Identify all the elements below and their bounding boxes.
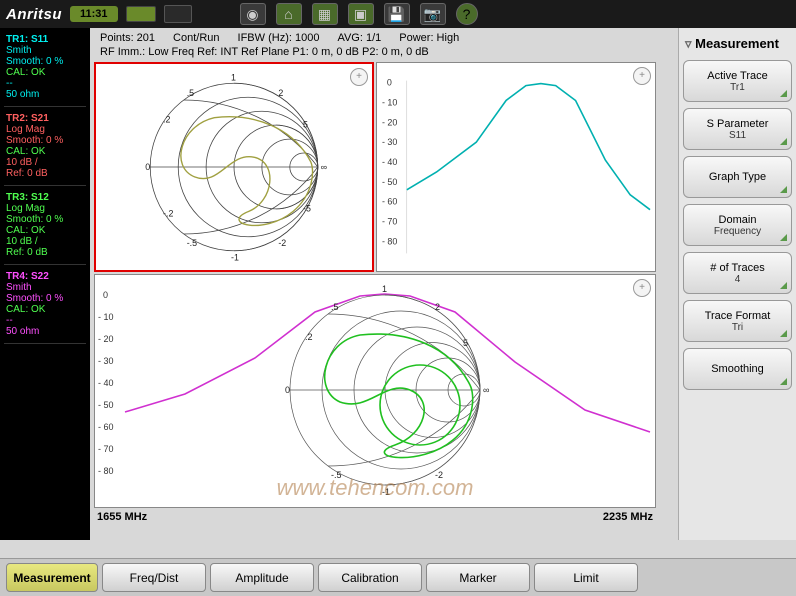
more-icon (780, 330, 787, 337)
svg-text:.2: .2 (163, 115, 170, 125)
soft-key-panel: Measurement Active TraceTr1 S ParameterS… (678, 28, 796, 540)
svg-text:5: 5 (303, 120, 308, 130)
zoom-in-icon[interactable]: + (633, 67, 651, 85)
btn-domain[interactable]: DomainFrequency (683, 204, 792, 246)
plot-area: Points: 201 Cont/Run IFBW (Hz): 1000 AVG… (90, 28, 678, 540)
brand-logo: Anritsu (6, 6, 62, 23)
svg-text:- 30: - 30 (98, 356, 114, 366)
home-icon[interactable]: ⌂ (276, 3, 302, 25)
zoom-in-icon[interactable]: + (633, 279, 651, 297)
svg-text:0: 0 (145, 162, 150, 172)
svg-text:0: 0 (285, 385, 290, 395)
trace-info-4[interactable]: TR4: S22 Smith Smooth: 0 % CAL: OK -- 50… (4, 269, 86, 344)
bottom-menu: Measurement Freq/Dist Amplitude Calibrat… (0, 558, 796, 596)
trace-info-1[interactable]: TR1: S11 Smith Smooth: 0 % CAL: OK -- 50… (4, 32, 86, 107)
btn-graph-type[interactable]: Graph Type (683, 156, 792, 198)
svg-text:1: 1 (231, 72, 236, 82)
svg-text:-1: -1 (231, 253, 239, 263)
btn-smoothing[interactable]: Smoothing (683, 348, 792, 390)
svg-text:- 80: - 80 (98, 466, 114, 476)
svg-text:.2: .2 (305, 332, 313, 342)
svg-text:- 50: - 50 (98, 400, 114, 410)
trace-info-panel: TR1: S11 Smith Smooth: 0 % CAL: OK -- 50… (0, 28, 90, 540)
svg-text:- 20: - 20 (382, 117, 397, 127)
more-icon (780, 90, 787, 97)
menu-calibration[interactable]: Calibration (318, 563, 422, 592)
svg-text:- 40: - 40 (98, 378, 114, 388)
save-icon[interactable]: 💾 (384, 3, 410, 25)
soft-key-title: Measurement (683, 32, 792, 60)
more-icon (780, 186, 787, 193)
menu-freqdist[interactable]: Freq/Dist (102, 563, 206, 592)
battery-icon (126, 6, 156, 22)
svg-text:-.5: -.5 (187, 238, 197, 248)
network-icon (164, 5, 192, 23)
svg-text:-.5: -.5 (331, 470, 342, 480)
menu-marker[interactable]: Marker (426, 563, 530, 592)
fullscreen-icon[interactable]: ▣ (348, 3, 374, 25)
trace-1-head: TR1: S11 (6, 34, 84, 45)
btn-active-trace[interactable]: Active TraceTr1 (683, 60, 792, 102)
menu-amplitude[interactable]: Amplitude (210, 563, 314, 592)
svg-text:- 10: - 10 (98, 312, 114, 322)
svg-text:0: 0 (387, 78, 392, 88)
svg-text:-1: -1 (382, 487, 390, 497)
more-icon (780, 378, 787, 385)
menu-measurement[interactable]: Measurement (6, 563, 98, 592)
panel-icon[interactable]: ▦ (312, 3, 338, 25)
trace-info-3[interactable]: TR3: S12 Log Mag Smooth: 0 % CAL: OK 10 … (4, 190, 86, 265)
svg-text:.5: .5 (331, 302, 339, 312)
svg-text:.5: .5 (187, 88, 194, 98)
btn-s-parameter[interactable]: S ParameterS11 (683, 108, 792, 150)
svg-text:- 30: - 30 (382, 137, 397, 147)
svg-text:- 50: - 50 (382, 177, 397, 187)
svg-text:- 60: - 60 (382, 197, 397, 207)
more-icon (780, 234, 787, 241)
clock: 11:31 (70, 6, 118, 22)
zoom-in-icon[interactable]: + (350, 68, 368, 86)
svg-text:∞: ∞ (483, 385, 489, 395)
svg-text:2: 2 (278, 88, 283, 98)
help-icon[interactable]: ? (456, 3, 478, 25)
svg-text:- 60: - 60 (98, 422, 114, 432)
more-icon (780, 282, 787, 289)
svg-text:2: 2 (435, 302, 440, 312)
svg-text:5: 5 (463, 338, 468, 348)
camera-icon[interactable]: 📷 (420, 3, 446, 25)
trace-info-2[interactable]: TR2: S21 Log Mag Smooth: 0 % CAL: OK 10 … (4, 111, 86, 186)
svg-text:- 40: - 40 (382, 157, 397, 167)
svg-text:-.2: -.2 (163, 208, 173, 218)
svg-text:-2: -2 (278, 238, 286, 248)
top-toolbar: Anritsu 11:31 ◉ ⌂ ▦ ▣ 💾 📷 ? (0, 0, 796, 28)
svg-text:- 20: - 20 (98, 334, 114, 344)
more-icon (780, 138, 787, 145)
svg-text:- 70: - 70 (382, 217, 397, 227)
svg-text:0: 0 (103, 290, 108, 300)
plot-tr1-smith[interactable]: + 0 ∞ 1 -1 (94, 62, 374, 272)
btn-trace-format[interactable]: Trace FormatTri (683, 300, 792, 342)
menu-limit[interactable]: Limit (534, 563, 638, 592)
plot-combined[interactable]: + 0 - 10 - 20 - 30 - 40 - 50 - 60 - 70 - 80 (94, 274, 656, 508)
globe-icon[interactable]: ◉ (240, 3, 266, 25)
status-line-2: RF Imm.: Low Freq Ref: INT Ref Plane P1:… (94, 46, 674, 62)
svg-text:-2: -2 (435, 470, 443, 480)
btn-num-traces[interactable]: # of Traces4 (683, 252, 792, 294)
svg-text:- 80: - 80 (382, 236, 397, 246)
plot-tr2-logmag[interactable]: + 0- 10- 20- 30 - 40- 50- 60- 70- 80 165… (376, 62, 656, 272)
svg-text:- 10: - 10 (382, 97, 397, 107)
status-line-1: Points: 201 Cont/Run IFBW (Hz): 1000 AVG… (94, 30, 674, 46)
svg-text:1: 1 (382, 284, 387, 294)
svg-text:∞: ∞ (321, 162, 327, 172)
svg-text:- 70: - 70 (98, 444, 114, 454)
svg-text:-5: -5 (303, 203, 311, 213)
